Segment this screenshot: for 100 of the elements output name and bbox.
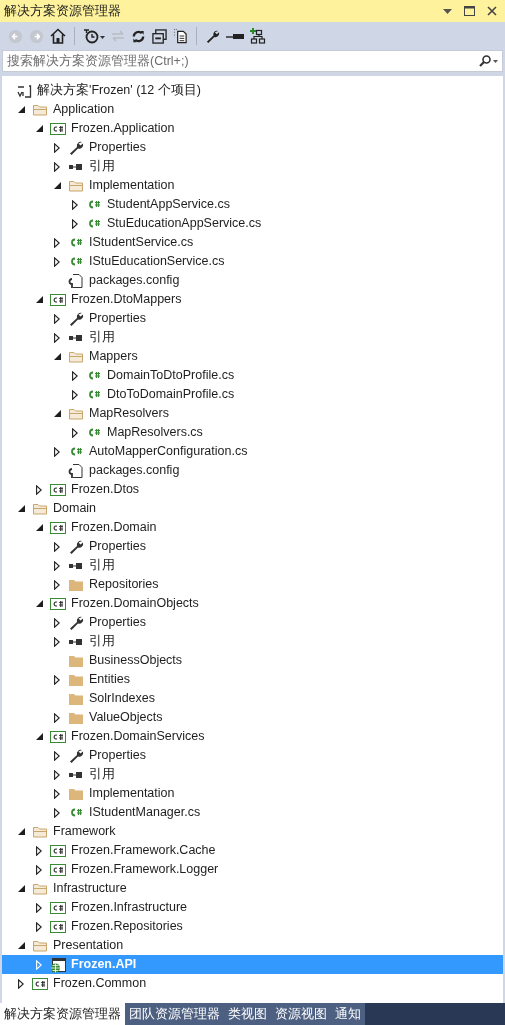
home-icon[interactable] bbox=[50, 28, 66, 44]
collapsed-arrow-icon[interactable] bbox=[54, 807, 60, 818]
collapsed-arrow-icon[interactable] bbox=[72, 370, 78, 381]
panel-tab[interactable]: 通知 bbox=[331, 1003, 365, 1025]
wrench-icon[interactable] bbox=[205, 28, 220, 44]
collapsed-arrow-icon[interactable] bbox=[36, 902, 42, 913]
tree-item[interactable]: 引用 bbox=[2, 765, 503, 784]
collapsed-arrow-icon[interactable] bbox=[18, 978, 24, 989]
close-icon[interactable] bbox=[487, 6, 497, 16]
class-diagram-icon[interactable] bbox=[250, 28, 266, 44]
maximize-icon[interactable] bbox=[464, 6, 475, 16]
expanded-arrow-icon[interactable] bbox=[35, 600, 43, 607]
tree-item[interactable]: Frozen.Infrastructure bbox=[2, 898, 503, 917]
search-icon[interactable] bbox=[479, 55, 499, 67]
tree-item[interactable]: Entities bbox=[2, 670, 503, 689]
tree-item[interactable]: BusinessObjects bbox=[2, 651, 503, 670]
tree-item[interactable]: packages.config bbox=[2, 271, 503, 290]
tree-item[interactable]: Frozen.Application bbox=[2, 119, 503, 138]
tree-item[interactable]: Mappers bbox=[2, 347, 503, 366]
tree-item[interactable]: Frozen.Dtos bbox=[2, 480, 503, 499]
tree-item[interactable]: IStudentManager.cs bbox=[2, 803, 503, 822]
tree-item[interactable]: StuEducationAppService.cs bbox=[2, 214, 503, 233]
tree-item[interactable]: Infrastructure bbox=[2, 879, 503, 898]
panel-tab[interactable]: 团队资源管理器 bbox=[125, 1003, 224, 1025]
tree-item[interactable]: Framework bbox=[2, 822, 503, 841]
collapsed-arrow-icon[interactable] bbox=[36, 864, 42, 875]
expanded-arrow-icon[interactable] bbox=[53, 182, 61, 189]
tree-item[interactable]: Frozen.DomainServices bbox=[2, 727, 503, 746]
expanded-arrow-icon[interactable] bbox=[17, 505, 25, 512]
tree-item[interactable]: 引用 bbox=[2, 632, 503, 651]
collapsed-arrow-icon[interactable] bbox=[54, 560, 60, 571]
search-field[interactable]: 搜索解决方案资源管理器(Ctrl+;) bbox=[2, 50, 503, 72]
tree-item[interactable]: Properties bbox=[2, 613, 503, 632]
collapsed-arrow-icon[interactable] bbox=[54, 237, 60, 248]
history-icon[interactable] bbox=[83, 28, 105, 44]
expanded-arrow-icon[interactable] bbox=[17, 885, 25, 892]
collapsed-arrow-icon[interactable] bbox=[54, 750, 60, 761]
tree-item[interactable]: 解决方案'Frozen' (12 个项目) bbox=[2, 81, 503, 100]
preview-icon[interactable] bbox=[226, 31, 244, 41]
collapsed-arrow-icon[interactable] bbox=[54, 617, 60, 628]
collapsed-arrow-icon[interactable] bbox=[72, 427, 78, 438]
tree-item[interactable]: Frozen.Framework.Logger bbox=[2, 860, 503, 879]
tree-item[interactable]: Frozen.Repositories bbox=[2, 917, 503, 936]
tree-item[interactable]: Frozen.Common bbox=[2, 974, 503, 993]
expanded-arrow-icon[interactable] bbox=[53, 353, 61, 360]
expanded-arrow-icon[interactable] bbox=[53, 410, 61, 417]
tree-item[interactable]: StudentAppService.cs bbox=[2, 195, 503, 214]
tree-item[interactable]: Application bbox=[2, 100, 503, 119]
tree-item[interactable]: Frozen.Domain bbox=[2, 518, 503, 537]
tree-item[interactable]: SolrIndexes bbox=[2, 689, 503, 708]
tree-item[interactable]: Properties bbox=[2, 537, 503, 556]
tree-item[interactable]: DtoToDomainProfile.cs bbox=[2, 385, 503, 404]
tree-item[interactable]: Repositories bbox=[2, 575, 503, 594]
tree-item[interactable]: Presentation bbox=[2, 936, 503, 955]
collapsed-arrow-icon[interactable] bbox=[54, 313, 60, 324]
refresh-icon[interactable] bbox=[131, 28, 146, 44]
expanded-arrow-icon[interactable] bbox=[17, 106, 25, 113]
tree-item[interactable]: IStuEducationService.cs bbox=[2, 252, 503, 271]
tree-item[interactable]: ValueObjects bbox=[2, 708, 503, 727]
tree-item[interactable]: Properties bbox=[2, 746, 503, 765]
tree-item[interactable]: Frozen.Framework.Cache bbox=[2, 841, 503, 860]
tree-item[interactable]: AutoMapperConfiguration.cs bbox=[2, 442, 503, 461]
collapse-all-icon[interactable] bbox=[152, 28, 167, 44]
collapsed-arrow-icon[interactable] bbox=[54, 579, 60, 590]
collapsed-arrow-icon[interactable] bbox=[36, 845, 42, 856]
collapsed-arrow-icon[interactable] bbox=[72, 389, 78, 400]
collapsed-arrow-icon[interactable] bbox=[54, 788, 60, 799]
tree-item[interactable]: MapResolvers bbox=[2, 404, 503, 423]
collapsed-arrow-icon[interactable] bbox=[54, 636, 60, 647]
dropdown-icon[interactable] bbox=[443, 8, 452, 14]
collapsed-arrow-icon[interactable] bbox=[54, 332, 60, 343]
panel-tab[interactable]: 资源视图 bbox=[271, 1003, 331, 1025]
collapsed-arrow-icon[interactable] bbox=[54, 769, 60, 780]
expanded-arrow-icon[interactable] bbox=[35, 524, 43, 531]
tree-item[interactable]: Implementation bbox=[2, 784, 503, 803]
tree-item[interactable]: 引用 bbox=[2, 157, 503, 176]
tree-item[interactable]: DomainToDtoProfile.cs bbox=[2, 366, 503, 385]
tree-item[interactable]: 引用 bbox=[2, 328, 503, 347]
tree-item[interactable]: Properties bbox=[2, 138, 503, 157]
tree-item[interactable]: packages.config bbox=[2, 461, 503, 480]
tree-item[interactable]: Frozen.DtoMappers bbox=[2, 290, 503, 309]
expanded-arrow-icon[interactable] bbox=[35, 296, 43, 303]
tree-item[interactable]: Domain bbox=[2, 499, 503, 518]
tree-item[interactable]: Frozen.DomainObjects bbox=[2, 594, 503, 613]
panel-tab[interactable]: 解决方案资源管理器 bbox=[0, 1003, 125, 1025]
collapsed-arrow-icon[interactable] bbox=[54, 256, 60, 267]
tree-item[interactable]: Implementation bbox=[2, 176, 503, 195]
expanded-arrow-icon[interactable] bbox=[35, 733, 43, 740]
tree-item[interactable]: MapResolvers.cs bbox=[2, 423, 503, 442]
collapsed-arrow-icon[interactable] bbox=[54, 446, 60, 457]
expanded-arrow-icon[interactable] bbox=[17, 942, 25, 949]
collapsed-arrow-icon[interactable] bbox=[36, 921, 42, 932]
expanded-arrow-icon[interactable] bbox=[35, 125, 43, 132]
collapsed-arrow-icon[interactable] bbox=[54, 142, 60, 153]
collapsed-arrow-icon[interactable] bbox=[54, 712, 60, 723]
tree-item[interactable]: Properties bbox=[2, 309, 503, 328]
collapsed-arrow-icon[interactable] bbox=[72, 218, 78, 229]
expanded-arrow-icon[interactable] bbox=[17, 828, 25, 835]
collapsed-arrow-icon[interactable] bbox=[72, 199, 78, 210]
collapsed-arrow-icon[interactable] bbox=[36, 484, 42, 495]
